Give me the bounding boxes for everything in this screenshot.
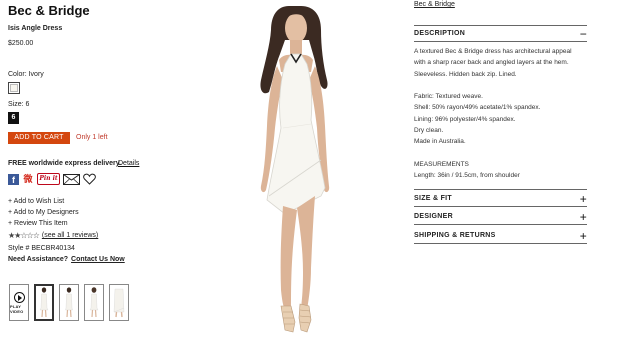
review-item-link[interactable]: + Review This Item [8,218,79,229]
thumbnail-image [65,287,73,318]
description-body: A textured Bec & Bridge dress has archit… [414,46,592,182]
pinterest-icon[interactable]: Pin it [37,173,60,185]
product-name: Isis Angle Dress [8,25,63,32]
shipping-returns-title: SHIPPING & RETURNS [414,232,496,239]
description-title: DESCRIPTION [414,30,466,37]
brand-name[interactable]: Bec & Bridge [8,3,90,18]
collapse-icon[interactable]: − [580,27,587,41]
desc-line: Lining: 96% polyester/4% spandex. [414,115,516,123]
divider [414,25,587,26]
shipping-info: FREE worldwide express delivery. [8,160,122,167]
play-video-thumbnail[interactable]: PLAY VIDEO [9,284,29,321]
contact-us-link[interactable]: Contact Us Now [71,256,125,263]
color-label: Color: Ivory [8,71,44,78]
shipping-details-link[interactable]: Details [118,160,139,167]
rating-row: ★★☆☆☆ (see all 1 reviews) [8,231,98,240]
thumbnail-image [39,287,49,318]
email-icon[interactable] [63,173,80,185]
thumbnail-detail[interactable] [109,284,129,321]
expand-icon[interactable]: + [580,210,587,224]
play-icon [13,291,25,303]
size-label: Size: 6 [8,101,30,108]
assistance-row: Need Assistance? Contact Us Now [8,256,125,263]
divider [414,189,587,190]
desc-line [414,148,592,159]
divider [414,243,587,244]
designer-link[interactable]: Bec & Bridge [414,1,455,8]
add-to-cart-button[interactable]: ADD TO CART [8,132,70,144]
heart-icon[interactable] [83,173,96,185]
desc-line: Fabric: Textured weave. [414,93,483,101]
thumbnail-side[interactable] [59,284,79,321]
size-fit-header[interactable]: SIZE & FIT + [414,192,587,206]
thumbnail-back[interactable] [84,284,104,321]
add-to-wishlist-link[interactable]: + Add to Wish List [8,196,79,207]
desc-line [414,80,592,91]
measurements-heading: MEASUREMENTS [414,160,469,168]
assistance-label: Need Assistance? [8,256,69,263]
desc-line: A textured Bec & Bridge dress has archit… [414,48,572,55]
color-swatch-ivory[interactable] [8,82,20,94]
desc-line: Made in Australia. [414,138,466,146]
facebook-icon[interactable]: f [8,173,19,185]
stock-status: Only 1 left [76,134,108,141]
shipping-returns-header[interactable]: SHIPPING & RETURNS + [414,229,587,243]
designer-header[interactable]: DESIGNER + [414,210,587,224]
desc-line: with a sharp racer back and angled layer… [414,59,569,67]
expand-icon[interactable]: + [580,192,587,206]
product-price: $250.00 [8,40,34,47]
designer-title: DESIGNER [414,213,453,220]
size-fit-title: SIZE & FIT [414,195,452,202]
divider [414,206,587,207]
description-header[interactable]: DESCRIPTION − [414,27,587,41]
expand-icon[interactable]: + [580,229,587,243]
style-number: Style # BECBR40134 [8,245,75,252]
desc-line: Sleeveless. Hidden back zip. Lined. [414,70,517,78]
divider [414,224,587,225]
video-label: PLAY VIDEO [10,303,24,314]
product-actions: + Add to Wish List + Add to My Designers… [8,196,79,229]
thumbnail-image [89,287,99,318]
divider [414,41,587,42]
desc-line: Length: 36in / 91.5cm, from shoulder [414,172,520,180]
thumbnail-image [113,288,125,318]
product-main-image[interactable] [225,0,370,345]
desc-line: Dry clean. [414,127,444,135]
weibo-icon[interactable]: 微 [22,174,34,185]
social-share-bar: f 微 Pin it [8,172,96,186]
reviews-link[interactable]: (see all 1 reviews) [42,232,98,239]
thumbnail-front[interactable] [34,284,54,321]
add-to-designers-link[interactable]: + Add to My Designers [8,207,79,218]
desc-line: Shell: 50% rayon/49% acetate/1% spandex. [414,104,541,112]
thumbnail-strip: PLAY VIDEO [9,284,129,321]
size-option-6[interactable]: 6 [8,112,19,124]
rating-stars: ★★☆☆☆ [8,231,40,240]
